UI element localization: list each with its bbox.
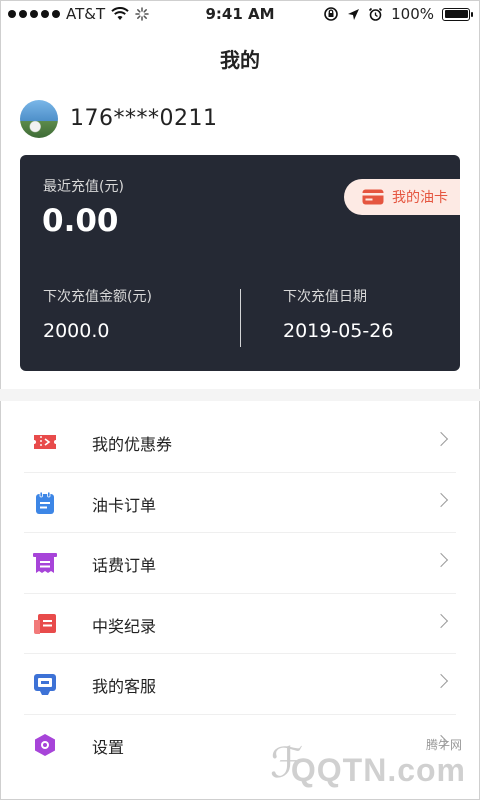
menu-item-customer-service[interactable]: 我的客服	[0, 654, 480, 715]
chevron-right-icon	[433, 613, 449, 628]
battery-percent: 100%	[391, 5, 434, 23]
menu-item-label: 我的客服	[92, 677, 157, 696]
chevron-right-icon	[433, 492, 449, 507]
status-bar: AT&T 9:41 AM 100%	[0, 0, 480, 30]
settings-icon	[35, 733, 55, 756]
coupon-icon	[34, 435, 56, 449]
notepad-icon	[36, 491, 54, 514]
card-icon	[362, 189, 384, 205]
menu-item-coupons[interactable]: 我的优惠券	[0, 412, 480, 473]
next-amount-label: 下次充值金额(元)	[43, 289, 152, 305]
recharge-card: 最近充值(元) 0.00 我的油卡 下次充值金额(元) 2000.0 下次充值日…	[20, 155, 460, 371]
watermark-small-text: 腾牛网	[425, 738, 462, 752]
record-icon	[34, 613, 56, 634]
status-right: 100%	[323, 5, 473, 23]
menu-item-label: 设置	[92, 737, 125, 757]
recent-recharge-value: 0.00	[42, 203, 119, 239]
menu-list: 我的优惠券 油卡订单 话费订单 中奖纪录 我的客服 设置	[0, 412, 480, 775]
menu-item-label: 油卡订单	[92, 495, 157, 515]
card-divider	[240, 289, 241, 347]
page-title: 我的	[220, 48, 260, 72]
chevron-right-icon	[433, 431, 449, 447]
alarm-icon	[369, 7, 383, 21]
avatar[interactable]	[20, 100, 58, 138]
orientation-lock-icon	[324, 7, 338, 21]
chevron-right-icon	[433, 673, 449, 689]
watermark-big-text: QQTN.com	[290, 752, 466, 788]
my-oil-card-button[interactable]: 我的油卡	[344, 179, 460, 215]
chevron-right-icon	[433, 552, 449, 568]
location-icon	[348, 8, 360, 20]
my-oil-card-label: 我的油卡	[392, 190, 448, 206]
receipt-icon	[33, 553, 57, 573]
service-icon	[34, 674, 56, 695]
watermark-logo: ℱ 腾牛网 QQTN.com	[264, 736, 474, 796]
battery-icon	[442, 7, 473, 21]
battery-fill	[444, 10, 468, 18]
section-gap	[0, 389, 480, 401]
menu-item-oil-orders[interactable]: 油卡订单	[0, 473, 480, 533]
next-amount-value: 2000.0	[43, 320, 110, 342]
recent-recharge-label: 最近充值(元)	[43, 179, 124, 195]
menu-item-label: 我的优惠券	[92, 435, 173, 454]
menu-item-phone-orders[interactable]: 话费订单	[0, 533, 480, 594]
next-date-value: 2019-05-26	[283, 320, 394, 342]
menu-item-label: 中奖纪录	[92, 616, 157, 636]
menu-item-label: 话费订单	[92, 556, 157, 575]
user-phone: 176****0211	[70, 106, 218, 131]
next-date-label: 下次充值日期	[283, 289, 367, 305]
menu-item-prize-records[interactable]: 中奖纪录	[0, 594, 480, 654]
